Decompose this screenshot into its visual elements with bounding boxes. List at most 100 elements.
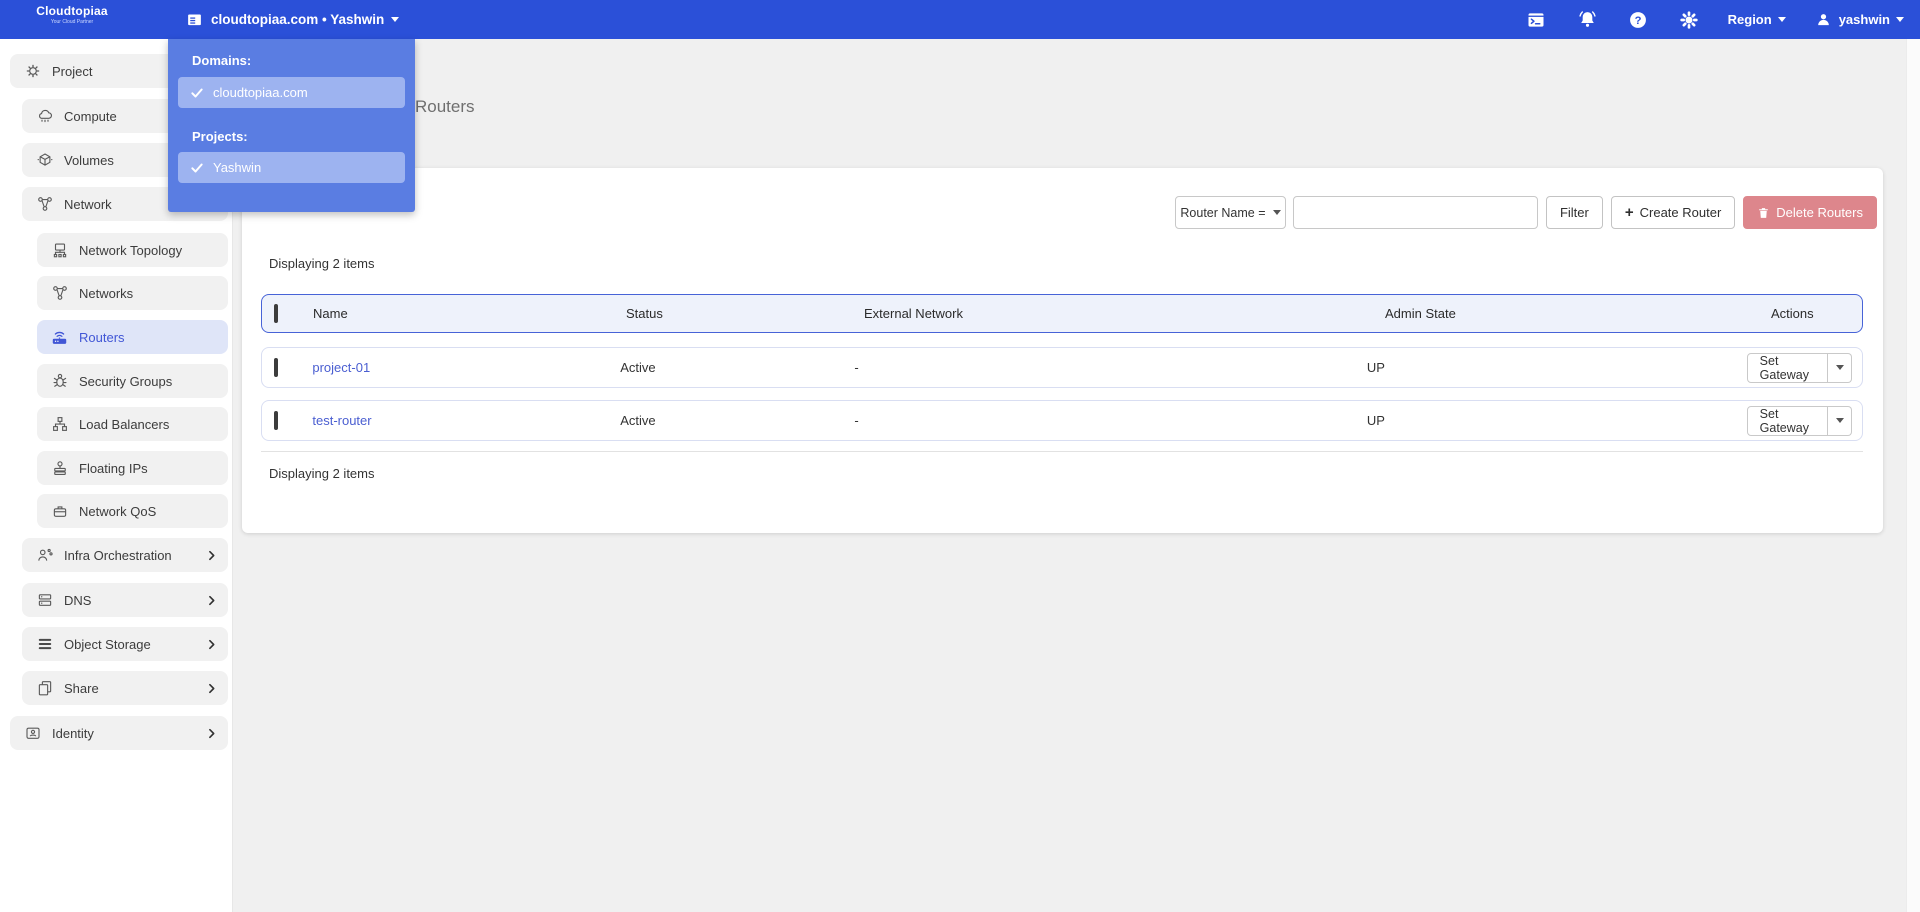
security-groups-icon	[50, 372, 69, 391]
console-icon[interactable]	[1526, 9, 1547, 30]
column-header-admin-state[interactable]: Admin State	[1385, 306, 1771, 321]
notifications-bell-icon[interactable]	[1577, 9, 1598, 30]
user-name-label: yashwin	[1838, 12, 1890, 27]
filter-button-label: Filter	[1559, 205, 1589, 220]
admin-state-value: UP	[1366, 360, 1385, 375]
page-title: Routers	[415, 97, 475, 116]
set-gateway-button[interactable]: Set Gateway	[1746, 352, 1829, 383]
sidebar-item-share[interactable]: Share	[22, 671, 228, 705]
table-toolbar: Router Name = Filter + Create Router Del…	[1174, 196, 1877, 229]
scrollbar-track[interactable]	[1906, 39, 1920, 912]
chevron-right-icon	[205, 727, 218, 740]
domain-list-icon	[185, 10, 204, 29]
top-navbar: Cloudtopiaa Your Cloud Partner cloudtopi…	[0, 0, 1920, 39]
user-menu[interactable]: yashwin	[1814, 10, 1904, 29]
plus-icon: +	[1624, 204, 1634, 221]
floating-ips-icon	[50, 459, 69, 478]
sidebar-item-label: Project	[52, 63, 93, 79]
sidebar-item-infra-orchestration[interactable]: Infra Orchestration	[22, 538, 228, 572]
router-name-link[interactable]: project-01	[312, 360, 370, 375]
load-balancers-icon	[50, 415, 69, 434]
sidebar-item-network-qos[interactable]: Network QoS	[37, 494, 228, 528]
sidebar-item-label: Compute	[64, 108, 117, 124]
sidebar-item-load-balancers[interactable]: Load Balancers	[37, 407, 228, 441]
context-switcher-dropdown: Domains: cloudtopiaa.com Projects: Yashw…	[168, 39, 415, 212]
delete-routers-button[interactable]: Delete Routers	[1743, 196, 1877, 229]
create-router-label: Create Router	[1639, 205, 1722, 220]
sidebar-item-label: Network Topology	[79, 242, 183, 258]
create-router-button[interactable]: + Create Router	[1610, 196, 1736, 229]
context-switcher-label: cloudtopiaa.com • Yashwin	[211, 12, 385, 27]
routers-panel: Router Name = Filter + Create Router Del…	[242, 168, 1883, 533]
sidebar-item-routers[interactable]: Routers	[37, 320, 228, 354]
filter-field-select[interactable]: Router Name =	[1174, 196, 1286, 229]
sidebar-item-network-topology[interactable]: Network Topology	[37, 233, 228, 267]
chevron-down-icon	[1835, 418, 1844, 423]
region-selector[interactable]: Region	[1728, 12, 1786, 27]
infra-orchestration-icon	[35, 546, 54, 565]
user-icon	[1814, 10, 1833, 29]
row-actions-menu-toggle[interactable]	[1828, 405, 1852, 436]
network-qos-icon	[50, 502, 69, 521]
network-topology-icon	[50, 241, 69, 260]
settings-gear-icon[interactable]	[1679, 9, 1700, 30]
chevron-right-icon	[205, 594, 218, 607]
sidebar-item-object-storage[interactable]: Object Storage	[22, 627, 228, 661]
table-footer-divider	[261, 451, 1863, 452]
trash-icon	[1757, 206, 1770, 220]
sidebar-item-security-groups[interactable]: Security Groups	[37, 364, 228, 398]
router-icon	[50, 328, 69, 347]
filter-input[interactable]	[1292, 196, 1538, 229]
check-icon	[190, 161, 204, 175]
brand-logo[interactable]: Cloudtopiaa Your Cloud Partner	[26, 4, 118, 25]
project-option-yashwin[interactable]: Yashwin	[178, 152, 405, 183]
chevron-down-icon	[1896, 17, 1904, 22]
sidebar-item-label: Share	[64, 680, 99, 696]
region-label: Region	[1727, 12, 1772, 27]
table-row: test-router Active - UP Set Gateway	[261, 400, 1863, 441]
sidebar-item-floating-ips[interactable]: Floating IPs	[37, 451, 228, 485]
main-content: Routers Router Name = Filter + Create Ro…	[233, 39, 1920, 912]
chevron-right-icon	[205, 638, 218, 651]
row-actions-split-button: Set Gateway	[1746, 352, 1852, 383]
chevron-down-icon	[1272, 210, 1281, 215]
row-actions-menu-toggle[interactable]	[1828, 352, 1852, 383]
sidebar-item-label: DNS	[64, 592, 92, 608]
row-checkbox[interactable]	[274, 411, 278, 430]
domain-option-cloudtopiaa[interactable]: cloudtopiaa.com	[178, 77, 405, 108]
sidebar-item-identity[interactable]: Identity	[10, 716, 228, 750]
items-count-top: Displaying 2 items	[269, 256, 375, 271]
column-header-external-network[interactable]: External Network	[864, 306, 1385, 321]
chevron-right-icon	[205, 682, 218, 695]
sidebar-item-label: Volumes	[64, 152, 114, 168]
column-header-name[interactable]: Name	[313, 306, 626, 321]
context-switcher[interactable]: cloudtopiaa.com • Yashwin	[185, 0, 400, 39]
row-checkbox[interactable]	[274, 358, 278, 377]
navbar-right-cluster: ? Region yashwin	[1496, 0, 1904, 39]
select-all-checkbox[interactable]	[274, 304, 278, 323]
brand-name: Cloudtopiaa	[36, 4, 108, 18]
sidebar-item-label: Load Balancers	[79, 416, 170, 432]
sidebar-item-label: Network QoS	[79, 503, 157, 519]
set-gateway-button[interactable]: Set Gateway	[1746, 405, 1829, 436]
sidebar-item-label: Security Groups	[79, 373, 173, 389]
brand-tagline: Your Cloud Partner	[50, 19, 94, 25]
sidebar-item-label: Routers	[79, 329, 125, 345]
status-value: Active	[620, 413, 656, 428]
dns-icon	[35, 591, 54, 610]
router-name-link[interactable]: test-router	[312, 413, 371, 428]
column-header-actions: Actions	[1771, 306, 1814, 321]
external-network-value: -	[854, 360, 859, 375]
object-storage-icon	[35, 635, 54, 654]
chevron-down-icon	[1777, 17, 1786, 22]
identity-card-icon	[23, 724, 42, 743]
sidebar-item-networks[interactable]: Networks	[37, 276, 228, 310]
table-row: project-01 Active - UP Set Gateway	[261, 347, 1863, 388]
column-header-status[interactable]: Status	[626, 306, 864, 321]
external-network-value: -	[854, 413, 859, 428]
sidebar-item-dns[interactable]: DNS	[22, 583, 228, 617]
row-actions-split-button: Set Gateway	[1746, 405, 1852, 436]
help-icon[interactable]: ?	[1628, 9, 1649, 30]
filter-button[interactable]: Filter	[1545, 196, 1603, 229]
projects-label: Projects:	[192, 129, 248, 144]
